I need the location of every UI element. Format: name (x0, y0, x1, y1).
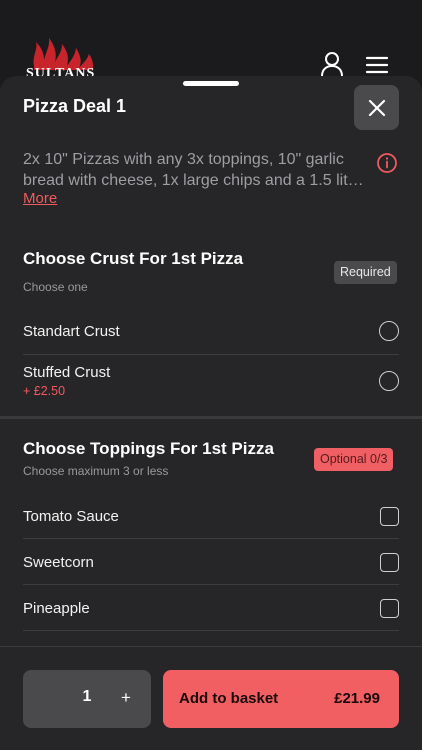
option-label: Standart Crust (23, 323, 120, 340)
quantity-stepper[interactable]: 1 + (23, 670, 151, 728)
item-description: 2x 10" Pizzas with any 3x toppings, 10" … (23, 151, 362, 189)
item-title: Pizza Deal 1 (23, 96, 127, 116)
divider (23, 584, 399, 585)
section-separator (0, 416, 422, 419)
brand-name: SULTANS (26, 66, 96, 76)
menu-icon[interactable] (364, 50, 392, 78)
info-icon[interactable] (376, 152, 398, 179)
item-detail-sheet: Pizza Deal 1 2x 10" Pizzas with any 3x t… (0, 76, 422, 750)
crust-option-standard[interactable]: Standart Crust (23, 313, 399, 353)
option-label: Sweetcorn (23, 554, 94, 571)
user-icon[interactable] (318, 50, 346, 78)
close-button[interactable] (354, 85, 399, 130)
quantity-value: 1 (82, 688, 92, 705)
minus-icon[interactable] (41, 689, 55, 709)
crust-option-stuffed[interactable]: Stuffed Crust + £2.50 (23, 358, 399, 404)
close-icon (368, 99, 385, 116)
divider (23, 538, 399, 539)
optional-badge: Optional 0/3 (314, 448, 394, 471)
add-to-basket-label: Add to basket (179, 690, 279, 707)
divider (23, 630, 399, 631)
toppings-section-title: Choose Toppings For 1st Pizza (23, 439, 274, 458)
required-badge: Required (334, 261, 397, 284)
topping-option-sweetcorn[interactable]: Sweetcorn (23, 543, 399, 583)
option-price: + £2.50 (23, 384, 66, 398)
checkbox[interactable] (380, 599, 399, 618)
divider (23, 354, 399, 355)
checkbox[interactable] (380, 507, 399, 526)
order-footer: 1 + Add to basket £21.99 (0, 646, 422, 750)
radio-button[interactable] (379, 321, 399, 341)
sheet-grabber[interactable] (183, 81, 239, 86)
top-bar: SULTANS (0, 0, 422, 80)
crust-section-subtitle: Choose one (23, 280, 88, 294)
total-price: £21.99 (334, 690, 380, 707)
brand-logo[interactable]: SULTANS (24, 36, 104, 76)
plus-button[interactable]: + (121, 688, 131, 708)
option-label: Stuffed Crust (23, 364, 111, 381)
option-label: Pineapple (23, 600, 90, 617)
crust-section-title: Choose Crust For 1st Pizza (23, 249, 244, 268)
topping-option-tomato-sauce[interactable]: Tomato Sauce (23, 498, 399, 538)
add-to-basket-button[interactable]: Add to basket £21.99 (163, 670, 399, 728)
more-link[interactable]: More (23, 190, 57, 207)
option-label: Tomato Sauce (23, 508, 119, 525)
toppings-section-subtitle: Choose maximum 3 or less (23, 464, 169, 478)
topping-option-pineapple[interactable]: Pineapple (23, 589, 399, 629)
radio-button[interactable] (379, 371, 399, 391)
checkbox[interactable] (380, 553, 399, 572)
